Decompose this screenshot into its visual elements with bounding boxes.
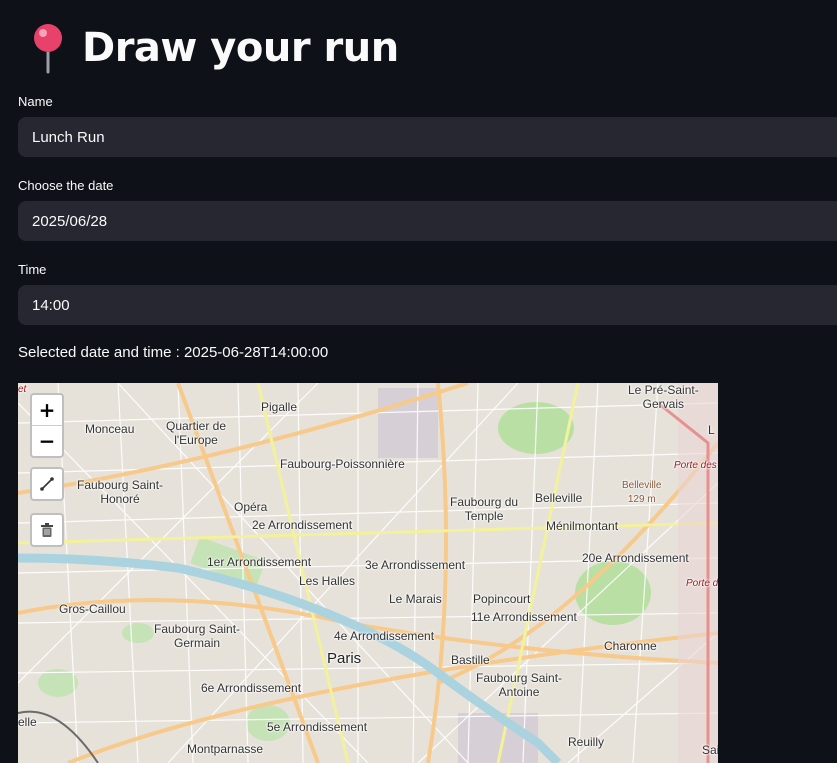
map-label-opera: Opéra (234, 500, 268, 514)
map-label-paris: Paris (327, 650, 362, 667)
map-label-faubourg-du-temple: Faubourg du Temple (450, 495, 519, 523)
map-label-pre-saint-gervais: Le Pré-Saint- Gervais (628, 383, 699, 411)
map-tiles (18, 383, 718, 763)
page-title: Draw your run (82, 25, 399, 71)
map-label-arr-3: 3e Arrondissement (365, 558, 466, 572)
draw-polyline-button[interactable] (30, 467, 64, 501)
zoom-control: + − (30, 393, 64, 458)
map-label-arr-20: 20e Arrondissement (582, 551, 689, 565)
map-label-monceau: Monceau (85, 422, 135, 436)
time-input[interactable]: 14:00 (18, 285, 837, 325)
map-label-le-marais: Le Marais (389, 592, 442, 606)
map-label-menilmontant: Ménilmontant (546, 519, 619, 533)
map-label-porte-des: Porte des (674, 460, 717, 471)
date-label: Choose the date (18, 178, 114, 193)
map-label-arr-11: 11e Arrondissement (471, 610, 577, 624)
map-label-porte-de: Porte de (686, 578, 718, 589)
map-label-belleville-peak: Belleville 129 m (622, 480, 662, 505)
map-label-arr-1: 1er Arrondissement (207, 555, 312, 569)
zoom-out-button[interactable]: − (32, 425, 62, 456)
map-label-gros-caillou: Gros-Caillou (59, 602, 126, 616)
map-label-faubourg-poissonniere: Faubourg-Poissonnière (280, 457, 405, 471)
map-label-belleville: Belleville (535, 491, 583, 505)
map-label-charonne: Charonne (604, 639, 657, 653)
map-label-arr-4: 4e Arrondissement (334, 629, 435, 643)
map-label-faubourg-saint-germain: Faubourg Saint- Germain (154, 622, 241, 650)
map-label-arr-2: 2e Arrondissement (252, 518, 353, 532)
map-label-montparnasse: Montparnasse (187, 742, 264, 756)
selected-datetime-text: Selected date and time : 2025-06-28T14:0… (18, 344, 329, 361)
delete-layers-button[interactable] (30, 513, 64, 547)
map-canvas[interactable]: Pigalle Monceau Quartier de l'Europe Le … (18, 383, 718, 763)
map-label-faubourg-saint-honore: Faubourg Saint- Honoré (77, 478, 164, 506)
map-label-popincourt: Popincourt (473, 592, 531, 606)
map-label-arr-6: 6e Arrondissement (201, 681, 302, 695)
map-pin-icon (34, 24, 62, 74)
map-label-quartier-europe: Quartier de l'Europe (166, 419, 227, 447)
map-label-arr-5: 5e Arrondissement (267, 720, 368, 734)
map-label-faubourg-saint-antoine: Faubourg Saint- Antoine (476, 671, 563, 699)
time-label: Time (18, 262, 47, 277)
trash-icon (41, 523, 53, 537)
map-label-edge-right-bottom: Sai (702, 743, 718, 757)
name-input[interactable]: Lunch Run (18, 117, 837, 157)
map-label-les-halles: Les Halles (299, 574, 356, 588)
map-label-bastille: Bastille (451, 653, 490, 667)
map-label-edge-left-bottom: elle (18, 715, 37, 729)
draw-line-icon (40, 477, 54, 491)
page-header: Draw your run (28, 18, 399, 78)
date-input[interactable]: 2025/06/28 (18, 201, 837, 241)
zoom-in-button[interactable]: + (32, 395, 62, 425)
map-label-reuilly: Reuilly (568, 735, 605, 749)
map-label-pigalle: Pigalle (261, 400, 298, 414)
name-label: Name (18, 94, 53, 109)
map-label-edge-right-top: L (708, 423, 715, 437)
map-label-edge-left-top: et (18, 384, 27, 395)
